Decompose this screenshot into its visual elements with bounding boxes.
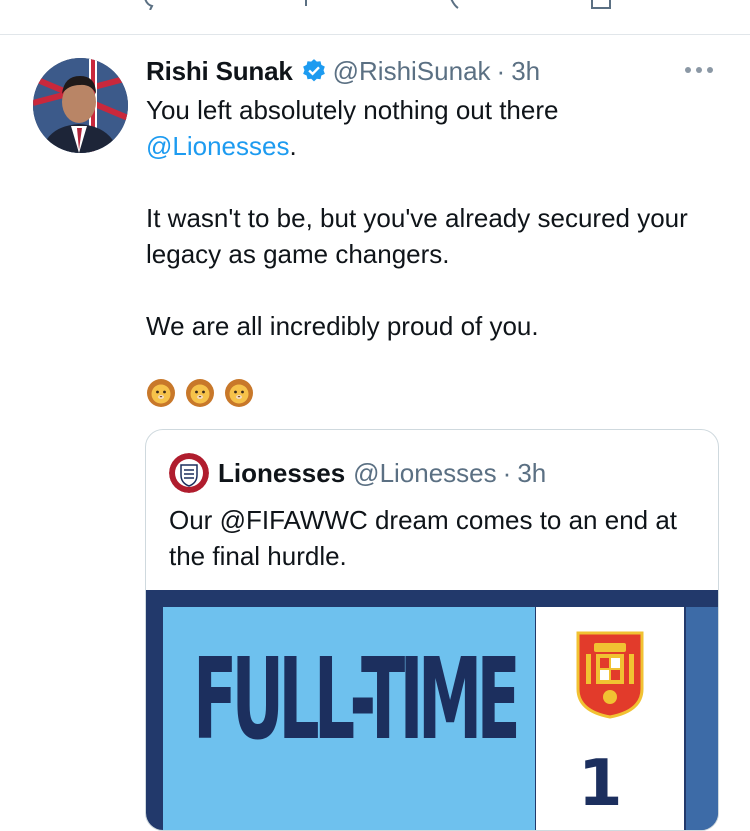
quoted-tweet-paragraph: Our @FIFAWWC dream comes to an end at th… bbox=[169, 505, 678, 571]
quoted-tweet-header: Lionesses @Lionesses · 3h bbox=[218, 455, 546, 491]
quoted-tweet-card[interactable]: Lionesses @Lionesses · 3h Our @FIFAWWC d… bbox=[145, 429, 719, 831]
media-score-panel: 1 bbox=[536, 607, 684, 830]
lion-face-icon bbox=[225, 379, 253, 407]
media-headline: FULL-TIME bbox=[193, 634, 521, 766]
tweet-paragraph: It wasn't to be, but you've already secu… bbox=[146, 203, 688, 269]
reply-icon[interactable] bbox=[140, 0, 162, 10]
score-value: 1 bbox=[578, 747, 623, 821]
separator: · bbox=[496, 55, 506, 86]
author-handle[interactable]: @RishiSunak bbox=[333, 56, 491, 87]
quoted-author-handle[interactable]: @Lionesses bbox=[353, 458, 496, 489]
spain-crest-icon bbox=[576, 631, 644, 719]
avatar[interactable] bbox=[33, 58, 128, 153]
tweet-action-bar bbox=[0, 0, 750, 34]
tweet-text-line: You left absolutely nothing out there bbox=[146, 92, 716, 128]
separator: · bbox=[502, 457, 512, 488]
verified-badge-icon bbox=[302, 59, 325, 82]
media-headline-panel: FULL-TIME bbox=[163, 607, 535, 830]
quoted-timestamp[interactable]: 3h bbox=[517, 458, 546, 489]
tweet-text-part: You left absolutely nothing out there bbox=[146, 95, 559, 125]
divider bbox=[0, 34, 750, 35]
share-icon[interactable] bbox=[590, 0, 612, 10]
like-icon[interactable] bbox=[446, 0, 468, 10]
quoted-author-name[interactable]: Lionesses bbox=[218, 458, 345, 489]
timestamp[interactable]: 3h bbox=[511, 56, 540, 87]
quoted-avatar[interactable] bbox=[169, 453, 209, 493]
lion-face-icon bbox=[147, 379, 175, 407]
emoji-row bbox=[146, 378, 254, 408]
tweet-text: You left absolutely nothing out there @L… bbox=[146, 92, 716, 344]
lion-face-icon bbox=[186, 379, 214, 407]
author-name[interactable]: Rishi Sunak bbox=[146, 56, 293, 87]
media-edge-decoration bbox=[686, 607, 718, 830]
tweet-header: Rishi Sunak @RishiSunak · 3h bbox=[146, 54, 540, 88]
mention-link[interactable]: @Lionesses bbox=[146, 131, 289, 161]
quoted-media-image[interactable]: FULL-TIME 1 bbox=[146, 590, 718, 830]
tweet-paragraph: We are all incredibly proud of you. bbox=[146, 311, 539, 341]
retweet-icon[interactable] bbox=[304, 0, 326, 10]
quoted-tweet-text: Our @FIFAWWC dream comes to an end at th… bbox=[169, 502, 699, 574]
tweet-text-line: @Lionesses. bbox=[146, 128, 716, 164]
more-options-icon[interactable] bbox=[683, 62, 715, 78]
tweet-text-part: . bbox=[289, 131, 297, 161]
